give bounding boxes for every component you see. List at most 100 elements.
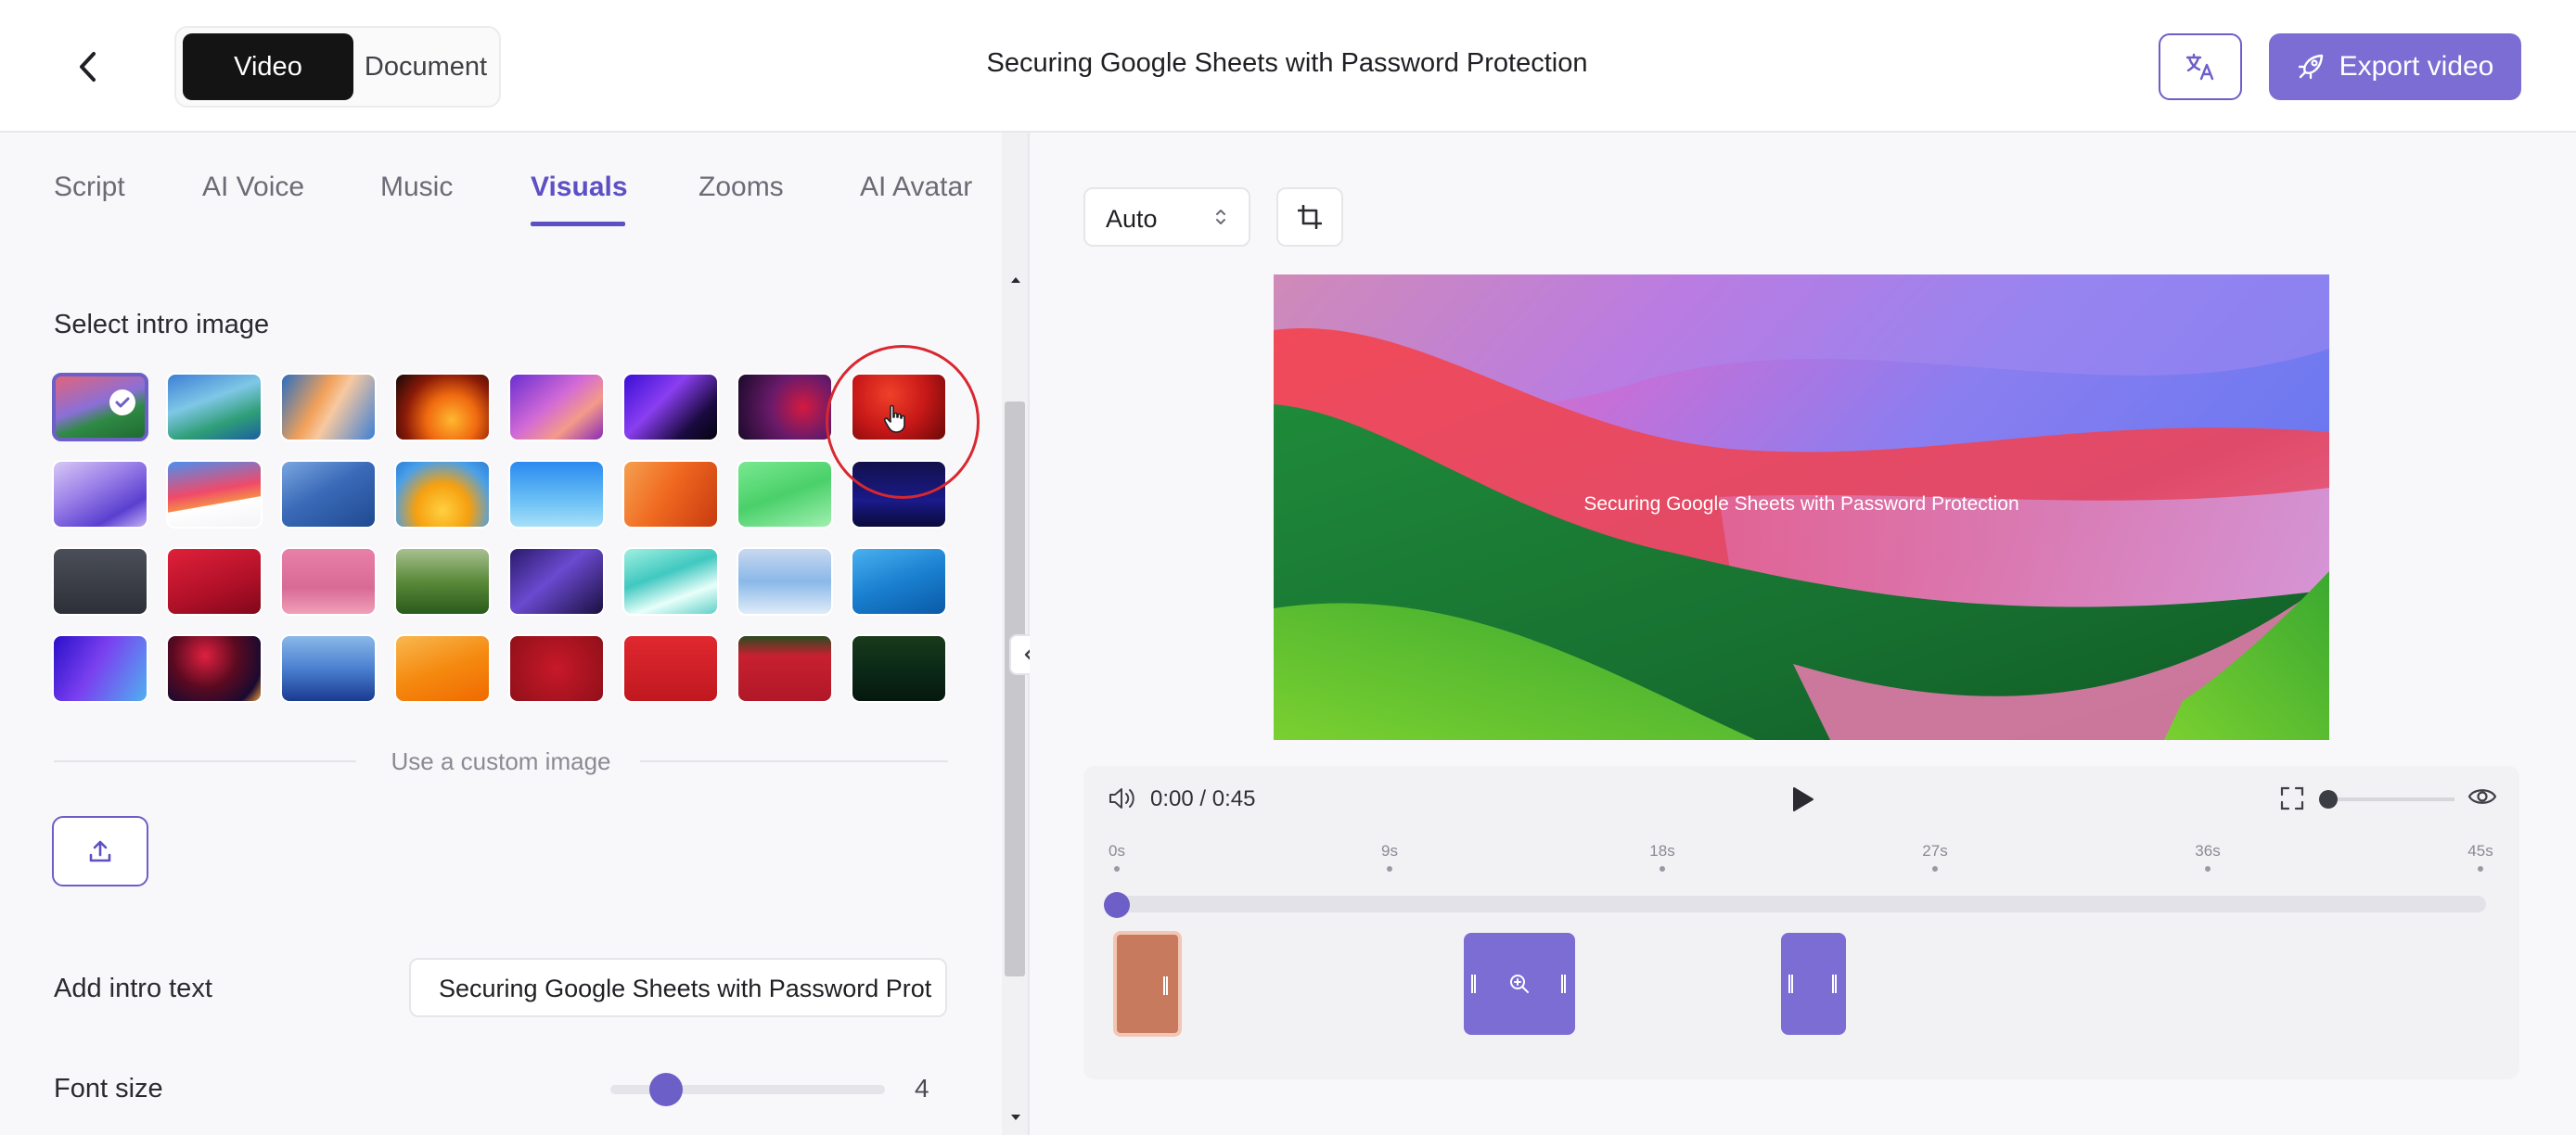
chevron-left-icon (80, 52, 96, 82)
intro-image-option[interactable] (394, 460, 491, 529)
intro-image-option[interactable] (622, 373, 719, 441)
clip-trim-handle[interactable] (1561, 975, 1566, 993)
tab-ai-voice[interactable]: AI Voice (202, 172, 304, 203)
intro-image-option[interactable] (851, 547, 947, 616)
intro-image-option[interactable] (166, 373, 263, 441)
scroll-down-icon[interactable] (1010, 1114, 1021, 1121)
clip-trim-handle[interactable] (1788, 975, 1793, 993)
translate-icon (2185, 53, 2214, 81)
playhead-handle[interactable] (1104, 892, 1130, 918)
timeline-zoom-slider[interactable] (2328, 797, 2454, 801)
tick-label: 9s (1381, 842, 1398, 860)
select-caret-icon (1216, 210, 1225, 224)
custom-image-divider-label: Use a custom image (391, 747, 611, 775)
intro-image-option[interactable] (280, 460, 377, 529)
intro-image-option[interactable] (737, 373, 833, 441)
intro-image-option[interactable] (280, 373, 377, 441)
tab-zooms[interactable]: Zooms (698, 172, 784, 203)
intro-image-option[interactable] (52, 547, 148, 616)
intro-image-option[interactable] (166, 547, 263, 616)
export-video-label: Export video (2339, 51, 2494, 82)
intro-image-option[interactable] (280, 634, 377, 703)
tick-mark (1932, 866, 1938, 872)
intro-image-option[interactable] (166, 460, 263, 529)
intro-image-option[interactable] (737, 547, 833, 616)
tick-mark (1114, 866, 1120, 872)
crop-button[interactable] (1276, 187, 1343, 247)
clip-trim-handle[interactable] (1832, 975, 1837, 993)
tick-label: 0s (1109, 842, 1125, 860)
tick-mark (1387, 866, 1392, 872)
play-button[interactable] (1788, 784, 1816, 819)
intro-image-option[interactable] (508, 460, 605, 529)
pointer-cursor-icon (883, 404, 907, 439)
tick-label: 27s (1922, 842, 1948, 860)
selected-check-icon (109, 389, 135, 415)
clip-trim-handle[interactable] (1471, 975, 1476, 993)
visibility-button[interactable] (2467, 784, 2497, 813)
rocket-icon (2298, 54, 2323, 80)
tick-label: 45s (2467, 842, 2493, 860)
add-intro-text-label: Add intro text (54, 974, 212, 1003)
back-button[interactable] (65, 45, 109, 89)
page-title: Securing Google Sheets with Password Pro… (986, 48, 1588, 78)
intro-image-option[interactable] (508, 634, 605, 703)
intro-image-option[interactable] (622, 547, 719, 616)
divider-left (54, 760, 356, 762)
tick-mark (2205, 866, 2211, 872)
intro-text-input[interactable]: Securing Google Sheets with Password Pro… (409, 958, 947, 1017)
tab-visuals[interactable]: Visuals (531, 172, 628, 203)
video-preview[interactable]: Securing Google Sheets with Password Pro… (1274, 274, 2329, 740)
font-size-slider-thumb[interactable] (649, 1073, 683, 1106)
preview-overlay-text: Securing Google Sheets with Password Pro… (1583, 493, 2019, 515)
aspect-ratio-value: Auto (1106, 205, 1158, 233)
tab-ai-avatar[interactable]: AI Avatar (860, 172, 972, 203)
intro-image-option[interactable] (280, 547, 377, 616)
intro-image-option[interactable] (622, 460, 719, 529)
intro-image-option[interactable] (394, 634, 491, 703)
intro-image-option[interactable] (52, 460, 148, 529)
volume-button[interactable] (1108, 784, 1137, 817)
select-intro-image-label: Select intro image (54, 310, 270, 339)
tab-script[interactable]: Script (54, 172, 125, 203)
scrollbar-thumb[interactable] (1005, 402, 1025, 976)
top-bar: Video Document Securing Google Sheets wi… (0, 0, 2576, 133)
tick-mark (1660, 866, 1665, 872)
zoom-clip[interactable] (1464, 933, 1575, 1035)
intro-image-option[interactable] (737, 634, 833, 703)
fullscreen-button[interactable] (2280, 786, 2304, 815)
intro-image-option[interactable] (166, 634, 263, 703)
clip-trim-handle[interactable] (1163, 976, 1168, 995)
intro-image-option[interactable] (851, 634, 947, 703)
segment-clip[interactable] (1781, 933, 1846, 1035)
upload-image-button[interactable] (52, 816, 148, 886)
translate-button[interactable] (2159, 33, 2242, 100)
active-tab-indicator (531, 222, 625, 226)
upload-icon (89, 840, 111, 862)
timeline-zoom-thumb[interactable] (2319, 790, 2338, 809)
tab-music[interactable]: Music (380, 172, 453, 203)
intro-image-option[interactable] (508, 547, 605, 616)
mode-video-button[interactable]: Video (183, 33, 353, 100)
tick-mark (2478, 866, 2483, 872)
time-readout: 0:00 / 0:45 (1150, 786, 1256, 811)
font-size-label: Font size (54, 1074, 163, 1103)
zoom-in-icon (1510, 975, 1529, 993)
intro-image-option[interactable] (52, 373, 148, 441)
crop-icon (1298, 205, 1322, 229)
mode-document-button[interactable]: Document (355, 33, 496, 100)
font-size-value: 4 (915, 1074, 929, 1103)
intro-image-option[interactable] (394, 373, 491, 441)
eye-icon (2467, 789, 2497, 804)
intro-clip[interactable] (1113, 931, 1182, 1037)
intro-image-option[interactable] (394, 547, 491, 616)
intro-image-option[interactable] (622, 634, 719, 703)
export-video-button[interactable]: Export video (2269, 33, 2521, 100)
timeline-scrubber[interactable] (1117, 896, 2486, 912)
scroll-up-icon[interactable] (1010, 276, 1021, 284)
intro-image-option[interactable] (52, 634, 148, 703)
intro-image-option[interactable] (508, 373, 605, 441)
aspect-ratio-select[interactable]: Auto (1083, 187, 1250, 247)
intro-image-option[interactable] (737, 460, 833, 529)
tick-label: 36s (2195, 842, 2221, 860)
